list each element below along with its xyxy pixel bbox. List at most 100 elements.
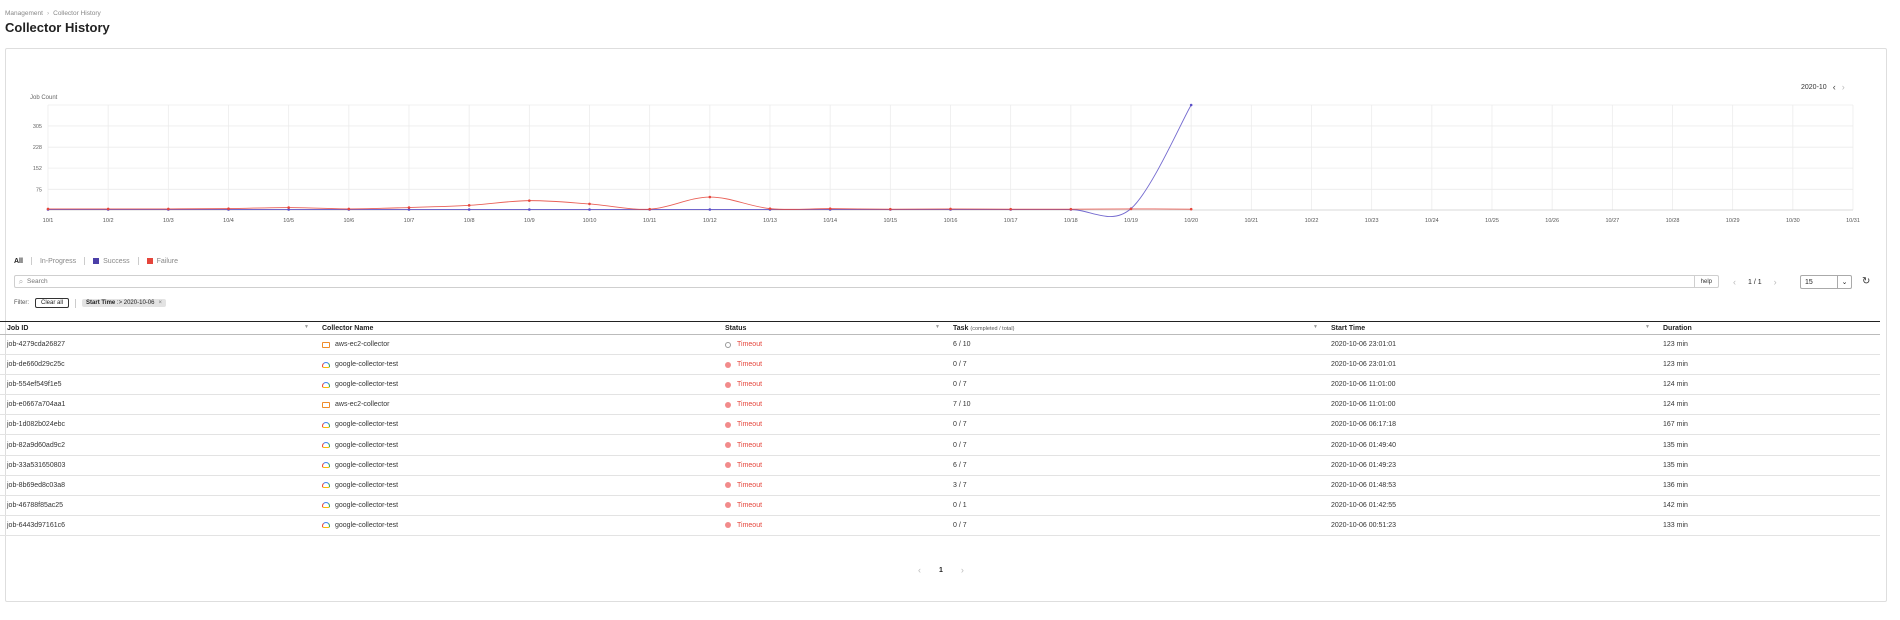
google-icon: [322, 442, 330, 449]
column-header-status[interactable]: Status ▼: [718, 322, 946, 335]
search-input[interactable]: [27, 276, 1694, 287]
status-dot-icon: [725, 421, 731, 428]
column-header-duration[interactable]: Duration: [1656, 322, 1880, 335]
job-id-cell[interactable]: job-82a9d60ad9c2: [0, 435, 315, 455]
x-tick-label: 10/13: [763, 218, 777, 224]
chevron-down-icon[interactable]: ⌄: [1837, 276, 1851, 288]
x-tick-label: 10/18: [1064, 218, 1078, 224]
status-cell: Timeout: [718, 435, 946, 455]
success-swatch: [93, 258, 100, 264]
column-header-job-id[interactable]: Job ID ▼: [0, 322, 315, 335]
table-row[interactable]: job-46788f85ac25 google-collector-test Tim…: [0, 495, 1880, 516]
failure-data-point: [828, 207, 832, 210]
help-button[interactable]: help: [1693, 276, 1718, 287]
x-tick-label: 10/24: [1425, 218, 1439, 224]
job-id-cell[interactable]: job-de660d29c25c: [0, 355, 315, 375]
status-cell: Timeout: [718, 515, 946, 535]
legend-divider: [84, 257, 86, 265]
chevron-right-icon[interactable]: ›: [1842, 82, 1845, 92]
failure-data-point: [708, 195, 712, 199]
legend-in-progress[interactable]: In-Progress: [40, 258, 76, 265]
start-time-cell: 2020-10-06 06:17:18: [1331, 421, 1396, 429]
prev-page-icon[interactable]: ‹: [1733, 277, 1736, 287]
google-icon: [322, 381, 330, 388]
y-tick-label: 152: [33, 166, 42, 172]
prev-page-icon[interactable]: ‹: [918, 565, 921, 575]
legend-success[interactable]: Success: [93, 258, 130, 265]
table-row[interactable]: job-de660d29c25c google-collector-test Tim…: [0, 355, 1880, 375]
job-id-cell[interactable]: job-8b69ed8c03a8: [0, 475, 315, 495]
refresh-icon[interactable]: ↻: [1862, 276, 1870, 287]
breadcrumb-item-collector-history[interactable]: Collector History: [53, 10, 101, 17]
page-number[interactable]: 1: [939, 567, 943, 574]
page-title: Collector History: [5, 20, 110, 35]
status-cell: Timeout: [718, 395, 946, 415]
table-row[interactable]: job-e0667a704aa1 aws-ec2-collector Timeout…: [0, 395, 1880, 415]
job-id-cell[interactable]: job-e0667a704aa1: [0, 395, 315, 415]
chevron-left-icon[interactable]: ‹: [1833, 82, 1836, 92]
task-cell: 7 / 10: [953, 401, 971, 409]
failure-data-point: [588, 202, 591, 206]
filter-row: Filter: Clear all Start Time :> 2020-10-…: [14, 298, 166, 308]
next-page-icon[interactable]: ›: [961, 565, 964, 575]
collector-name: google-collector-test: [335, 461, 399, 469]
column-header-collector-name[interactable]: Collector Name: [315, 322, 718, 335]
job-id-cell[interactable]: job-46788f85ac25: [0, 495, 315, 515]
sort-icon: ▼: [304, 324, 309, 330]
job-id-cell[interactable]: job-4279cda26827: [0, 335, 315, 355]
legend-all[interactable]: All: [14, 258, 23, 265]
x-tick-label: 10/2: [103, 218, 114, 224]
column-header-start-time[interactable]: Start Time ▼: [1324, 322, 1656, 335]
status-legend: All In-Progress Success Failure: [14, 257, 178, 265]
status-dot-icon: [725, 381, 731, 388]
task-cell: 6 / 7: [953, 461, 967, 469]
table-row[interactable]: job-4279cda26827 aws-ec2-collector Timeout…: [0, 335, 1880, 355]
status-text: Timeout: [737, 381, 763, 389]
duration-cell: 135 min: [1663, 441, 1688, 449]
x-tick-label: 10/27: [1605, 218, 1619, 224]
aws-icon: [322, 341, 330, 348]
table-row[interactable]: job-33a531650803 google-collector-test Tim…: [0, 455, 1880, 476]
google-icon: [322, 462, 330, 469]
job-table: Job ID ▼ Collector Name Status ▼ Task (com…: [0, 321, 1880, 536]
filter-tag-key: Start Time: [86, 300, 116, 306]
y-tick-label: 228: [33, 145, 42, 151]
table-row[interactable]: job-82a9d60ad9c2 google-collector-test Tim…: [0, 435, 1880, 456]
legend-failure[interactable]: Failure: [146, 258, 178, 265]
collector-name: google-collector-test: [335, 361, 399, 369]
failure-data-point: [528, 199, 531, 202]
job-id-cell[interactable]: job-1d082b024ebc: [0, 415, 315, 435]
status-dot-icon: [725, 502, 731, 509]
failure-data-point: [467, 204, 471, 207]
job-id-cell[interactable]: job-33a531650803: [0, 455, 315, 475]
job-id-cell[interactable]: job-554ef549f1e5: [0, 375, 315, 395]
x-tick-label: 10/12: [703, 218, 717, 224]
next-page-icon[interactable]: ›: [1774, 277, 1777, 287]
table-row[interactable]: job-8b69ed8c03a8 google-collector-test Tim…: [0, 475, 1880, 496]
table-row[interactable]: job-1d082b024ebc google-collector-test Tim…: [0, 415, 1880, 435]
table-row[interactable]: job-6443d97161c6 google-collector-test Tim…: [0, 515, 1880, 536]
clear-all-button[interactable]: Clear all: [35, 298, 70, 308]
y-tick-label: 305: [33, 124, 42, 130]
status-cell: Timeout: [718, 375, 946, 395]
column-header-task[interactable]: Task (completed / total) ▼: [946, 322, 1324, 335]
sort-icon: ▼: [1645, 324, 1650, 330]
status-dot-icon: [725, 482, 731, 489]
page-size-value: 15: [1805, 278, 1813, 286]
start-time-cell: 2020-10-06 01:49:40: [1331, 441, 1396, 449]
task-cell: 0 / 7: [953, 381, 967, 389]
task-cell: 6 / 10: [953, 341, 971, 349]
x-tick-label: 10/17: [1004, 218, 1018, 224]
task-cell: 0 / 7: [953, 361, 967, 369]
y-axis-label: Job Count: [30, 95, 58, 101]
close-icon[interactable]: ×: [158, 300, 162, 306]
job-id-cell[interactable]: job-6443d97161c6: [0, 515, 315, 535]
failure-data-point: [889, 207, 892, 211]
duration-cell: 123 min: [1663, 361, 1688, 369]
breadcrumb-item-management[interactable]: Management: [5, 10, 43, 17]
page-size-select[interactable]: 15 ⌄: [1800, 275, 1852, 289]
google-icon: [322, 482, 330, 489]
table-row[interactable]: job-554ef549f1e5 google-collector-test Tim…: [0, 375, 1880, 395]
page-indicator: 1 / 1: [1748, 278, 1762, 286]
collector-name-cell: google-collector-test: [315, 375, 718, 395]
